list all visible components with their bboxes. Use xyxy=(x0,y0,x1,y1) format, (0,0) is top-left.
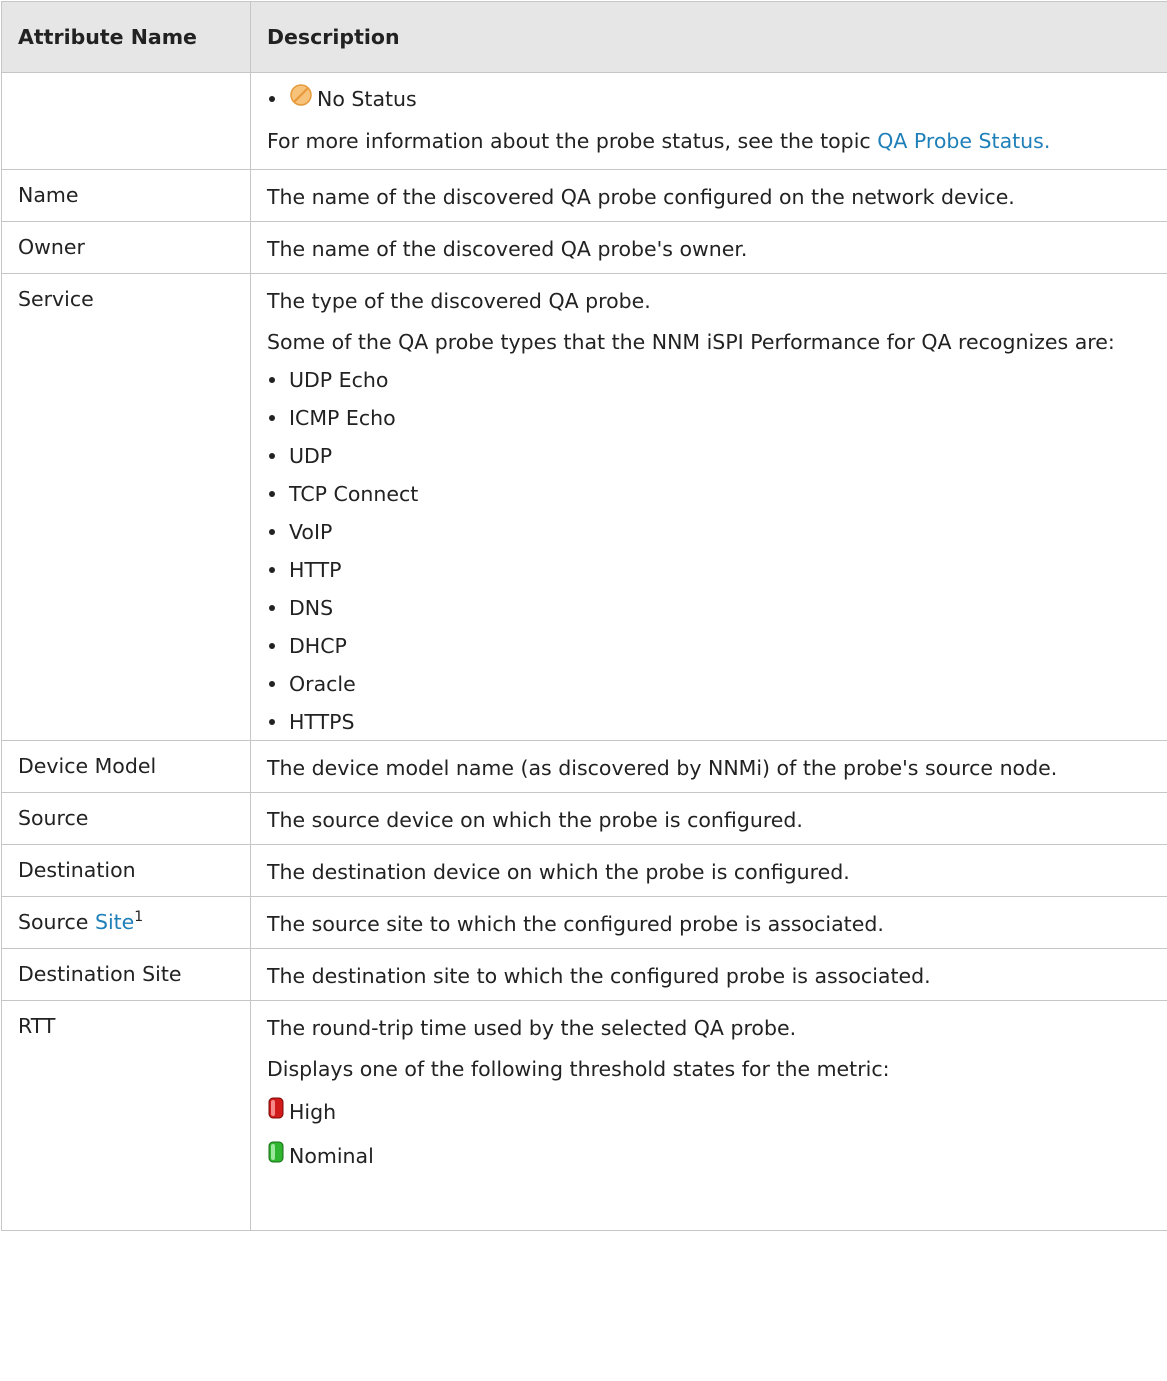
description-cell: The destination site to which the config… xyxy=(250,948,1167,1001)
bullet-icon xyxy=(269,605,275,611)
description-cell: The device model name (as discovered by … xyxy=(250,740,1167,793)
attribute-name: RTT xyxy=(1,1000,251,1231)
bullet-icon xyxy=(269,95,275,102)
table-row: No Status For more information about the… xyxy=(1,72,1167,170)
description-text: The device model name (as discovered by … xyxy=(267,756,1058,780)
attribute-cell-empty xyxy=(1,72,251,170)
description-cell: The source device on which the probe is … xyxy=(250,792,1167,845)
threshold-state-high: High xyxy=(267,1096,1155,1127)
state-label: Nominal xyxy=(289,1143,374,1168)
probe-type-item: UDP Echo xyxy=(267,366,1155,394)
attribute-name: Destination Site xyxy=(1,948,251,1001)
probe-type-item: UDP xyxy=(267,442,1155,470)
probe-type-item: DHCP xyxy=(267,632,1155,660)
description-text: The round-trip time used by the selected… xyxy=(267,1016,797,1040)
description-text: The type of the discovered QA probe. xyxy=(267,289,651,313)
probe-type-label: UDP xyxy=(289,444,333,468)
probe-type-item: TCP Connect xyxy=(267,480,1155,508)
probe-type-label: VoIP xyxy=(289,520,333,544)
description-text-secondary: Displays one of the following threshold … xyxy=(267,1057,890,1081)
description-cell: The name of the discovered QA probe conf… xyxy=(250,169,1167,222)
description-cell: The source site to which the configured … xyxy=(250,896,1167,949)
state-label: High xyxy=(289,1099,337,1124)
table-row: RTT The round-trip time used by the sele… xyxy=(1,1000,1167,1231)
description-cell: The type of the discovered QA probe. Som… xyxy=(250,273,1167,741)
probe-type-label: ICMP Echo xyxy=(289,406,396,430)
bullet-icon xyxy=(269,491,275,497)
attribute-name: Service xyxy=(1,273,251,741)
attribute-name: Owner xyxy=(1,221,251,274)
probe-type-item: HTTP xyxy=(267,556,1155,584)
table-row: Destination The destination device on wh… xyxy=(1,844,1167,897)
description-text: The source device on which the probe is … xyxy=(267,808,803,832)
bullet-icon xyxy=(269,643,275,649)
bullet-icon xyxy=(269,415,275,421)
high-threshold-icon xyxy=(267,1096,285,1127)
description-cell: No Status For more information about the… xyxy=(250,72,1167,170)
header-description: Description xyxy=(250,1,1167,73)
table-row: Device Model The device model name (as d… xyxy=(1,740,1167,793)
table-row: Source The source device on which the pr… xyxy=(1,792,1167,845)
table-row: Source Site1 The source site to which th… xyxy=(1,896,1167,949)
description-text-secondary: Some of the QA probe types that the NNM … xyxy=(267,330,1115,354)
description-text: The destination site to which the config… xyxy=(267,964,931,988)
description-cell: The name of the discovered QA probe's ow… xyxy=(250,221,1167,274)
attribute-name: Device Model xyxy=(1,740,251,793)
attribute-table: Attribute Name Description No Status For… xyxy=(1,1,1167,1231)
no-status-icon xyxy=(289,83,313,114)
table-header-row: Attribute Name Description xyxy=(1,1,1167,73)
description-text: The destination device on which the prob… xyxy=(267,860,850,884)
description-text: The name of the discovered QA probe's ow… xyxy=(267,237,748,261)
bullet-icon xyxy=(269,719,275,725)
probe-type-item: HTTPS xyxy=(267,708,1155,736)
attribute-name: Destination xyxy=(1,844,251,897)
bullet-icon xyxy=(269,681,275,687)
probe-type-label: Oracle xyxy=(289,672,356,696)
probe-type-item: VoIP xyxy=(267,518,1155,546)
header-attribute-name: Attribute Name xyxy=(1,1,251,73)
attribute-name: Source xyxy=(1,792,251,845)
attribute-name-prefix: Source xyxy=(18,910,95,934)
bullet-icon xyxy=(269,567,275,573)
description-cell: The destination device on which the prob… xyxy=(250,844,1167,897)
description-cell: The round-trip time used by the selected… xyxy=(250,1000,1167,1231)
table-row: Owner The name of the discovered QA prob… xyxy=(1,221,1167,274)
site-glossary-link[interactable]: Site xyxy=(95,910,134,934)
attribute-name-source-site: Source Site1 xyxy=(1,896,251,949)
table-row: Name The name of the discovered QA probe… xyxy=(1,169,1167,222)
probe-type-label: UDP Echo xyxy=(289,368,389,392)
status-info-paragraph: For more information about the probe sta… xyxy=(267,127,1155,155)
probe-type-label: HTTP xyxy=(289,558,342,582)
list-item: No Status xyxy=(267,83,1155,114)
probe-type-label: DHCP xyxy=(289,634,347,658)
probe-type-item: Oracle xyxy=(267,670,1155,698)
status-info-text: For more information about the probe sta… xyxy=(267,129,878,153)
footnote-marker: 1 xyxy=(134,909,144,926)
description-text: The name of the discovered QA probe conf… xyxy=(267,185,1015,209)
table-row: Service The type of the discovered QA pr… xyxy=(1,273,1167,741)
threshold-state-nominal: Nominal xyxy=(267,1140,1155,1171)
bullet-icon xyxy=(269,453,275,459)
nominal-threshold-icon xyxy=(267,1140,285,1171)
probe-type-item: ICMP Echo xyxy=(267,404,1155,432)
probe-type-label: HTTPS xyxy=(289,710,355,734)
bullet-icon xyxy=(269,529,275,535)
probe-type-label: TCP Connect xyxy=(289,482,419,506)
status-label: No Status xyxy=(317,86,417,111)
probe-type-label: DNS xyxy=(289,596,334,620)
qa-probe-status-link[interactable]: QA Probe Status. xyxy=(877,129,1050,153)
probe-types-list: UDP Echo ICMP Echo UDP TCP Connect VoIP HTTP D… xyxy=(267,366,1155,736)
probe-type-item: DNS xyxy=(267,594,1155,622)
bullet-icon xyxy=(269,377,275,383)
description-text: The source site to which the configured … xyxy=(267,912,884,936)
attribute-name: Name xyxy=(1,169,251,222)
table-row: Destination Site The destination site to… xyxy=(1,948,1167,1001)
